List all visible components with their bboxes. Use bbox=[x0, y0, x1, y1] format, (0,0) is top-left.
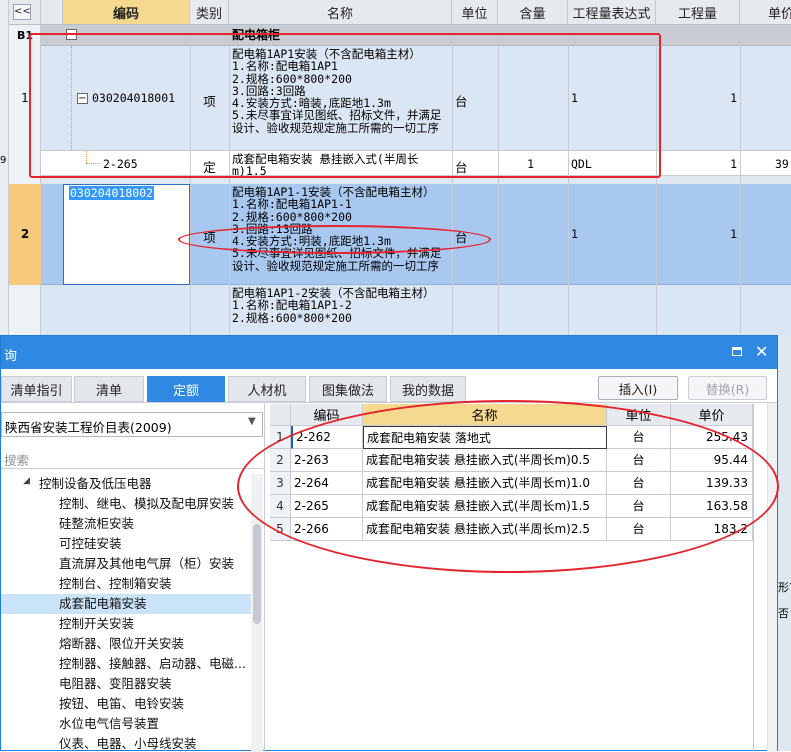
tree-item[interactable]: 可控硅安装 bbox=[59, 534, 122, 554]
chevron-down-icon: ▼ bbox=[248, 416, 256, 427]
tab-my-data[interactable]: 我的数据 bbox=[390, 376, 466, 402]
col-divider bbox=[740, 25, 741, 335]
quota-price: 39 bbox=[775, 157, 789, 171]
tab-atlas-methods[interactable]: 图集做法 bbox=[309, 376, 387, 402]
item-expression: 1 bbox=[571, 227, 578, 241]
item-quantity: 1 bbox=[730, 91, 737, 105]
tree-expand-icon[interactable]: ◢ bbox=[23, 476, 30, 486]
category-tree: ◢ 控制设备及低压电器 控制、继电、模拟及配电屏安装 硅整流柜安装 可控硅安装 … bbox=[1, 474, 251, 752]
col-header-price[interactable]: 单价 bbox=[740, 0, 791, 25]
tree-item[interactable]: 控制器、接触器、启动器、电磁... bbox=[59, 654, 246, 674]
insert-button[interactable]: 插入(I) bbox=[598, 376, 678, 400]
tab-quota[interactable]: 定额 bbox=[147, 376, 225, 402]
tab-labor-materials[interactable]: 人材机 bbox=[228, 376, 306, 402]
tree-scrollbar-thumb[interactable] bbox=[253, 524, 261, 624]
col-header-expression[interactable]: 工程量表达式 bbox=[568, 0, 656, 25]
tree-root[interactable]: 控制设备及低压电器 bbox=[39, 474, 152, 494]
dialog-title-bar[interactable]: 询 ✕ bbox=[1, 336, 777, 369]
tree-item[interactable]: 硅整流柜安装 bbox=[59, 514, 134, 534]
collapse-all-button[interactable]: << bbox=[13, 4, 31, 20]
col-header-unit[interactable]: 单位 bbox=[452, 0, 498, 25]
header-blank bbox=[41, 0, 63, 25]
table-scrollbar[interactable] bbox=[767, 403, 777, 752]
annotation-ellipse bbox=[178, 225, 491, 254]
tree-item[interactable]: 仪表、电器、小母线安装 bbox=[59, 734, 197, 752]
col-header-code[interactable]: 编码 bbox=[63, 0, 190, 25]
replace-button[interactable]: 替换(R) bbox=[688, 376, 767, 400]
tree-item[interactable]: 控制开关安装 bbox=[59, 614, 134, 634]
annotation-rectangle bbox=[29, 33, 661, 178]
col-header-type[interactable]: 类别 bbox=[190, 0, 229, 25]
col-header-quantity[interactable]: 工程量 bbox=[656, 0, 740, 25]
item-description: 配电箱1AP1-2安装（不含配电箱主材） 1.名称:配电箱1AP1-2 2.规格… bbox=[232, 286, 435, 325]
tab-list[interactable]: 清单 bbox=[74, 376, 144, 402]
search-input[interactable]: 搜索 bbox=[1, 447, 263, 469]
tree-item[interactable]: 直流屏及其他电气屏（柜）安装 bbox=[59, 554, 234, 574]
col-header-content[interactable]: 含量 bbox=[498, 0, 568, 25]
close-icon[interactable]: ✕ bbox=[755, 342, 768, 361]
qcol-num bbox=[270, 404, 291, 426]
maximize-icon[interactable] bbox=[732, 347, 742, 356]
tab-list-guide[interactable]: 清单指引 bbox=[1, 376, 72, 402]
tree-item[interactable]: 电阻器、变阻器安装 bbox=[59, 674, 172, 694]
item-quantity: 1 bbox=[730, 227, 737, 241]
row-number: 2 bbox=[9, 184, 41, 285]
tree-item[interactable]: 按钮、电笛、电铃安装 bbox=[59, 694, 184, 714]
right-edge-text: 否套 bbox=[778, 607, 789, 620]
annotation-ellipse bbox=[237, 400, 779, 573]
tree-item[interactable]: 水位电气信号装置 bbox=[59, 714, 159, 734]
quota-quantity: 1 bbox=[730, 157, 737, 171]
tree-item[interactable]: 熔断器、限位开关安装 bbox=[59, 634, 184, 654]
library-select-value: 陕西省安装工程价目表(2009) bbox=[5, 420, 172, 435]
search-placeholder: 搜索 bbox=[4, 453, 30, 468]
right-edge-text: 形? bbox=[778, 581, 791, 594]
tree-item[interactable]: 控制台、控制箱安装 bbox=[59, 574, 172, 594]
col-header-name[interactable]: 名称 bbox=[229, 0, 452, 25]
tree-item[interactable]: 控制、继电、模拟及配电屏安装 bbox=[59, 494, 234, 514]
tree-item-selected[interactable]: 成套配电箱安装 bbox=[1, 594, 251, 614]
left-gutter-mark: 9 bbox=[0, 155, 7, 166]
dialog-title: 询 bbox=[4, 349, 18, 364]
divider bbox=[1, 402, 777, 403]
library-select[interactable]: 陕西省安装工程价目表(2009) ▼ bbox=[1, 412, 263, 437]
item-code-selected[interactable]: 030204018002 bbox=[69, 186, 155, 200]
